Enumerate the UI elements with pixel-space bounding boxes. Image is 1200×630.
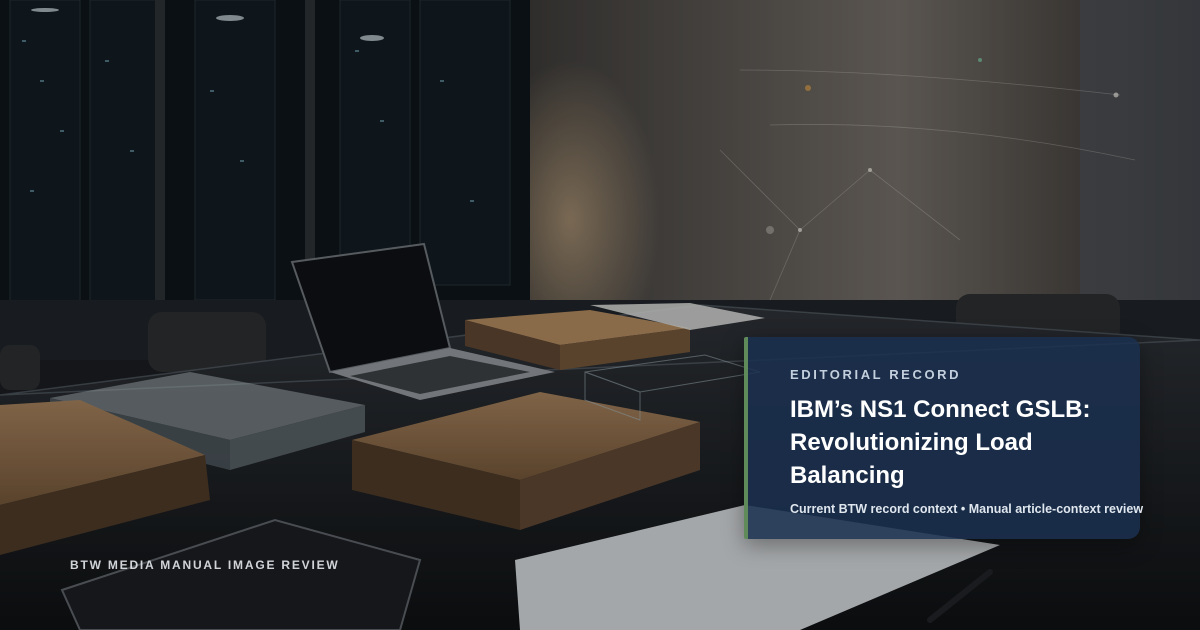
article-headline: IBM’s NS1 Connect GSLB: Revolutionizing … (790, 396, 1091, 489)
card-eyebrow: EDITORIAL RECORD (790, 367, 962, 382)
editorial-card: EDITORIAL RECORD IBM’s NS1 Connect GSLB:… (744, 337, 1144, 539)
card-meta: Current BTW record context • Manual arti… (790, 502, 1144, 516)
review-watermark: BTW MEDIA MANUAL IMAGE REVIEW (70, 558, 340, 572)
